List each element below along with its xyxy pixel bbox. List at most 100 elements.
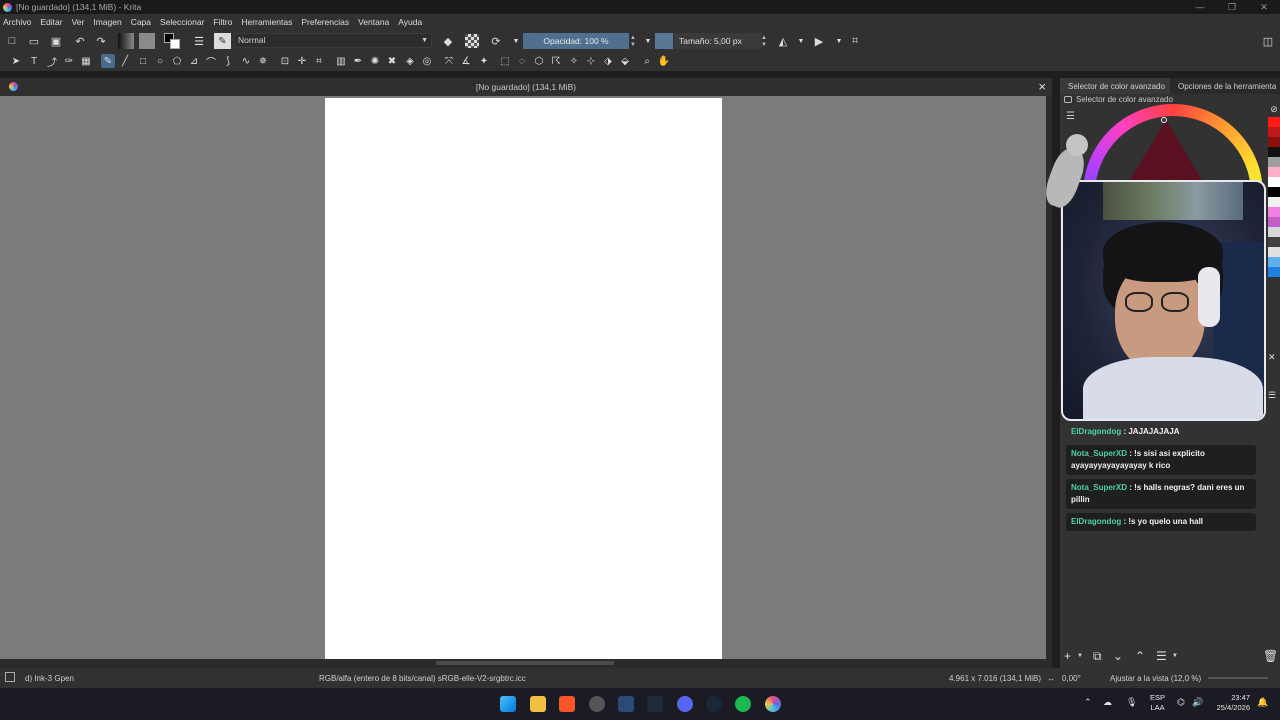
palette-swatch[interactable]	[1268, 237, 1280, 247]
menu-imagen[interactable]: Imagen	[93, 17, 121, 27]
dynamic-brush-icon[interactable]: ∿	[239, 54, 253, 68]
new-document-icon[interactable]: □	[5, 34, 19, 48]
alpha-lock-icon[interactable]	[465, 34, 479, 48]
menu-ventana[interactable]: Ventana	[358, 17, 389, 27]
close-icon[interactable]: ✕	[1268, 352, 1276, 363]
eraser-icon[interactable]: ◆	[441, 34, 455, 48]
palette-swatch[interactable]	[1268, 207, 1280, 217]
blend-mode-select[interactable]: Normal ▼	[234, 33, 432, 48]
audio-app-icon[interactable]	[647, 696, 663, 712]
size-spinner-icon[interactable]: ▲ ▼	[761, 35, 767, 49]
undo-icon[interactable]: ↶	[73, 34, 87, 48]
palette-swatch[interactable]	[1268, 157, 1280, 167]
calligraphy-icon[interactable]: ✑	[62, 54, 76, 68]
hue-cursor-icon[interactable]	[1161, 117, 1167, 123]
bezier-selection-icon[interactable]: ⬗	[601, 54, 615, 68]
palette-swatch[interactable]	[1268, 137, 1280, 147]
rectangle-tool-icon[interactable]: □	[136, 54, 150, 68]
zoom-tool-icon[interactable]: ⌕	[640, 54, 654, 68]
maximize-button[interactable]: ❐	[1216, 0, 1248, 14]
layer-options-icon[interactable]: ☰	[192, 34, 206, 48]
chevron-down-icon[interactable]: ▼	[1172, 653, 1178, 659]
measure-tool-icon[interactable]: ∡	[459, 54, 473, 68]
microphone-icon[interactable]: 🎙	[1126, 697, 1137, 708]
palette-swatch[interactable]	[1268, 257, 1280, 267]
palette-swatch[interactable]	[1268, 177, 1280, 187]
zoom-slider[interactable]	[1208, 677, 1268, 679]
fill-tool-icon[interactable]: ◈	[403, 54, 417, 68]
palette-swatch[interactable]	[1268, 147, 1280, 157]
transform-tool-icon[interactable]: ⊡	[278, 54, 292, 68]
enclose-fill-icon[interactable]: ◎	[420, 54, 434, 68]
palette-swatch[interactable]	[1268, 167, 1280, 177]
polygon-tool-icon[interactable]: ⬠	[170, 54, 184, 68]
workspace-icon[interactable]: ◫	[1261, 34, 1275, 48]
reload-preset-icon[interactable]: ⟳	[489, 34, 503, 48]
tab-tool-options[interactable]: Opciones de la herramienta	[1170, 78, 1280, 94]
obs-icon[interactable]	[589, 696, 605, 712]
layer-properties-icon[interactable]: ☰	[1156, 649, 1167, 663]
opacity-slider[interactable]: Opacidad: 100 %	[523, 33, 629, 49]
tab-advanced-color-selector[interactable]: Selector de color avanzado	[1060, 78, 1170, 94]
start-icon[interactable]	[500, 696, 516, 712]
rotation-icon[interactable]: ↔	[1047, 674, 1055, 683]
scrollbar-thumb[interactable]	[436, 661, 614, 665]
chevron-down-icon[interactable]: ▼	[509, 34, 523, 48]
assistant-tool-icon[interactable]: ⤧	[442, 54, 456, 68]
menu-ver[interactable]: Ver	[72, 17, 85, 27]
similar-selection-icon[interactable]: ⊹	[584, 54, 598, 68]
move-tool-icon[interactable]: ✛	[295, 54, 309, 68]
krita-taskbar-icon[interactable]	[765, 696, 781, 712]
add-layer-icon[interactable]: +	[1064, 649, 1071, 663]
zoom-value[interactable]: Ajustar a la vista (12,0 %)	[1110, 674, 1201, 683]
palette-swatch[interactable]	[1268, 197, 1280, 207]
save-icon[interactable]: ▣	[49, 34, 63, 48]
menu-icon[interactable]: ☰	[1268, 390, 1276, 401]
brave-browser-icon[interactable]	[559, 696, 575, 712]
wrap-around-icon[interactable]: ⌗	[848, 34, 862, 48]
polyline-tool-icon[interactable]: ⊿	[187, 54, 201, 68]
magnetic-selection-icon[interactable]: ⬙	[618, 54, 632, 68]
polygonal-selection-icon[interactable]: ⬡	[532, 54, 546, 68]
menu-capa[interactable]: Capa	[131, 17, 151, 27]
palette-swatch[interactable]	[1268, 117, 1280, 127]
brush-preset-icon[interactable]: ✎	[214, 33, 231, 49]
pan-tool-icon[interactable]: ✋	[657, 54, 671, 68]
duplicate-layer-icon[interactable]: ⧉	[1093, 649, 1102, 664]
freehand-selection-icon[interactable]: ☈	[549, 54, 563, 68]
crop-tool-icon[interactable]: ⌗	[312, 54, 326, 68]
bezier-tool-icon[interactable]: ⌒	[204, 54, 218, 69]
ellipse-tool-icon[interactable]: ○	[153, 54, 167, 68]
close-document-icon[interactable]: ×	[1038, 79, 1046, 94]
settings-list-icon[interactable]: ☰	[1066, 111, 1075, 122]
mirror-vertical-icon[interactable]: ▶	[812, 34, 826, 48]
mirror-horizontal-icon[interactable]: ◭	[776, 34, 790, 48]
steam-icon[interactable]	[706, 696, 722, 712]
discord-icon[interactable]	[677, 696, 693, 712]
gradient-tool-icon[interactable]: ▦	[79, 54, 93, 68]
chevron-down-icon[interactable]: ▼	[1077, 653, 1083, 659]
rectangular-selection-icon[interactable]: ⬚	[498, 54, 512, 68]
lock-icon[interactable]	[1064, 96, 1072, 103]
multibrush-icon[interactable]: ✵	[256, 54, 270, 68]
notification-bell-icon[interactable]: 🔔	[1257, 697, 1268, 708]
menu-editar[interactable]: Editar	[40, 17, 62, 27]
palette-swatch[interactable]	[1268, 247, 1280, 257]
palette-swatch[interactable]	[1268, 187, 1280, 197]
menu-filtro[interactable]: Filtro	[213, 17, 232, 27]
close-window-button[interactable]: ✕	[1248, 0, 1280, 14]
redo-icon[interactable]: ↷	[94, 34, 108, 48]
palette-reset-icon[interactable]: ⊘	[1268, 104, 1280, 117]
palette-swatch[interactable]	[1268, 217, 1280, 227]
chevron-down-icon[interactable]: ▼	[794, 34, 808, 48]
canvas-page[interactable]	[325, 98, 722, 659]
opacity-spinner-icon[interactable]: ▲ ▼	[630, 35, 636, 49]
menu-seleccionar[interactable]: Seleccionar	[160, 17, 204, 27]
app-icon[interactable]	[618, 696, 634, 712]
delete-layer-icon[interactable]: 🗑	[1263, 649, 1278, 663]
tray-app-icon[interactable]: ☁	[1103, 697, 1112, 708]
fg-bg-color-icon[interactable]	[164, 33, 180, 49]
language-indicator[interactable]: ESP LAA	[1150, 693, 1165, 713]
document-tab-title[interactable]: [No guardado] (134,1 MiB)	[0, 82, 1052, 92]
move-layer-up-icon[interactable]: ⌃	[1135, 649, 1145, 663]
